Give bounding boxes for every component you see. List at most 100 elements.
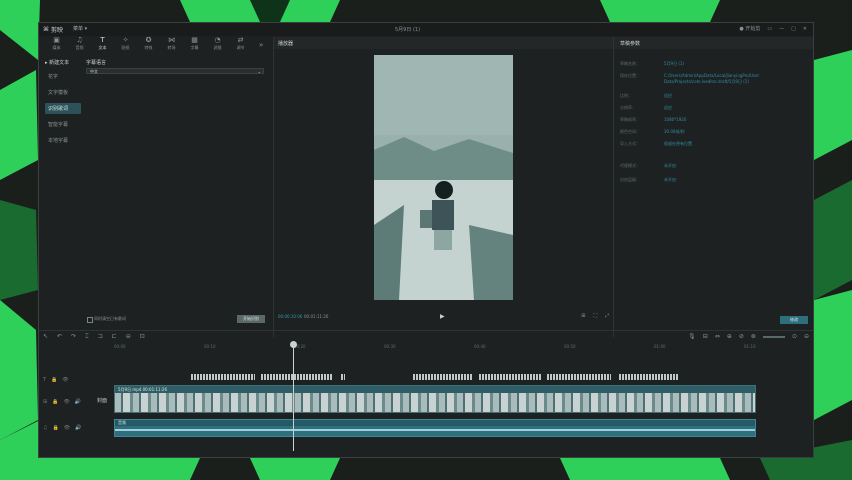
audio-track-header: ♫ 🔒 👁 🔊 — [43, 425, 81, 431]
tool-effects[interactable]: ✪ 特效 — [137, 36, 160, 54]
chevron-down-icon: ⌄ — [257, 69, 261, 74]
subtitle-clip[interactable] — [341, 374, 345, 380]
fullscreen-icon[interactable]: ⤢ — [605, 313, 609, 319]
tool-media[interactable]: ▣ 媒体 — [45, 36, 68, 54]
lyrics-panel: 字幕语言 中文 ⌄ — [82, 56, 272, 316]
zoom-slider[interactable] — [762, 335, 785, 338]
tool-sticker[interactable]: ✧ 贴纸 — [114, 36, 137, 54]
tool-adjust[interactable]: ⇄ 调节 — [229, 36, 252, 54]
lock-icon[interactable]: 🔒 — [52, 399, 58, 405]
edit-draft-button[interactable]: 修改 — [780, 316, 808, 324]
player-panel: 播放器 00:00:10:06 00:01:11:26 ▶ ⊞ ⛶ ⤢ — [274, 37, 613, 325]
subtitle-clip[interactable] — [479, 374, 541, 380]
player-header: 播放器 — [274, 37, 613, 49]
preview-axis-icon[interactable]: ⊕ — [727, 333, 732, 340]
zoom-in-icon[interactable]: ⊙ — [792, 333, 797, 340]
title-bar: ⌘ 剪映 菜单 ▾ 5月9日 (1) ● 开始剪 ▭ — ▢ ✕ — [39, 23, 813, 36]
total-timecode: 00:01:11:26 — [304, 314, 329, 319]
maximize-button[interactable]: ▢ — [791, 26, 796, 32]
ruler-tick: 01:10 — [744, 344, 756, 349]
sidebar-item-lyrics[interactable]: 识别歌词 — [45, 103, 81, 114]
mute-icon[interactable]: ⊘ — [739, 333, 744, 340]
tool-caption[interactable]: ▦ 字幕 — [183, 36, 206, 54]
filter-icon: ◔ — [214, 36, 221, 44]
timeline-toolbar: ↖ ↶ ↷ ⌶ ⊐ ⊏ ⊖ ⊡ 🎙 ⊟ ⇔ ⊕ ⊘ ⊗ ⊙ ⊖ — [39, 330, 813, 343]
snap-icon[interactable]: ⇔ — [715, 333, 720, 340]
fit-icon[interactable]: ⊖ — [804, 333, 809, 340]
zoom-out-icon[interactable]: ⊗ — [751, 333, 756, 340]
tool-audio[interactable]: ♫ 音频 — [68, 36, 91, 54]
eye-icon[interactable]: 👁 — [62, 377, 68, 383]
volume-icon[interactable]: 🔊 — [75, 399, 81, 405]
eye-icon[interactable]: 👁 — [64, 425, 70, 431]
trim-right-icon[interactable]: ⊏ — [112, 333, 117, 341]
ruler-tick: 00:40 — [474, 344, 486, 349]
subtitle-clip[interactable] — [619, 374, 679, 380]
expand-toolbar-icon[interactable]: » — [259, 41, 263, 49]
video-clip-header: 5月9日.mp4 00:01:11:26 — [115, 386, 755, 393]
minimize-button[interactable]: — — [779, 26, 784, 32]
sticker-icon: ✧ — [122, 36, 129, 44]
undo-icon[interactable]: ↶ — [57, 333, 62, 341]
video-frame-image — [374, 55, 513, 300]
sidebar-item-auto-captions[interactable]: 智能字幕 — [45, 119, 81, 130]
effects-icon: ✪ — [145, 36, 152, 44]
sidebar-item-fancy-text[interactable]: 花字 — [45, 71, 81, 82]
freeze-icon[interactable]: ⊡ — [140, 333, 145, 341]
subtitle-clip[interactable] — [261, 374, 333, 380]
link-icon[interactable]: ⊟ — [703, 333, 708, 340]
sidebar-item-text-template[interactable]: 文字模板 — [45, 87, 81, 98]
audio-clip[interactable]: 音频 — [114, 419, 756, 437]
window-controls: ● 开始剪 ▭ — ▢ ✕ — [739, 25, 807, 33]
main-toolbar: ▣ 媒体 ♫ 音频 T 文本 ✧ 贴纸 ✪ 特效 ⋈ 转场 ▦ 字幕 ◔ 滤镜 ⇄ 调节 — [39, 36, 279, 54]
subtitle-clip[interactable] — [547, 374, 611, 380]
select-tool-icon[interactable]: ↖ — [43, 333, 48, 341]
audio-icon: ♫ — [76, 36, 83, 44]
audio-clip-header: 音频 — [115, 420, 755, 426]
volume-icon[interactable]: 🔊 — [75, 425, 81, 431]
video-clip[interactable]: 5月9日.mp4 00:01:11:26 — [114, 385, 756, 413]
sidebar-item-local-captions[interactable]: 本地字幕 — [45, 135, 81, 146]
clear-lyrics-label: 同时清空已有歌词 — [94, 316, 126, 321]
audio-track-icon: ♫ — [43, 425, 48, 431]
timeline-ruler[interactable]: 00:00 00:10 00:20 00:30 00:40 00:50 01:0… — [114, 344, 810, 350]
playhead-handle[interactable] — [290, 341, 297, 348]
logo-icon: ⌘ — [43, 26, 49, 33]
playhead[interactable] — [293, 343, 294, 451]
close-button[interactable]: ✕ — [803, 26, 807, 32]
video-preview[interactable] — [374, 55, 513, 300]
clear-lyrics-checkbox[interactable] — [87, 317, 93, 323]
play-icon[interactable]: ▶ — [440, 313, 445, 320]
properties-header: 草稿参数 — [614, 37, 813, 49]
adjust-icon: ⇄ — [237, 36, 244, 44]
lyrics-footer: 同时清空已有歌词 开始识别 — [83, 315, 273, 325]
status-text[interactable]: ● 开始剪 — [739, 25, 760, 32]
language-label: 字幕语言 — [86, 60, 107, 66]
lock-icon[interactable]: 🔒 — [51, 377, 57, 383]
editor-window: ⌘ 剪映 菜单 ▾ 5月9日 (1) ● 开始剪 ▭ — ▢ ✕ ▣ 媒体 ♫ 音频… — [38, 22, 814, 458]
layout-button[interactable]: ▭ — [767, 26, 772, 32]
menu-button[interactable]: 菜单 ▾ — [73, 25, 87, 32]
timeline-left-tools: ↖ ↶ ↷ ⌶ ⊐ ⊏ ⊖ ⊡ — [43, 333, 145, 341]
draft-properties-panel: 草稿参数 草稿名称： 5月9日 (1) 保存位置： C:/Users/Admin/A… — [614, 37, 813, 325]
record-icon[interactable]: 🎙 — [688, 333, 696, 340]
tool-text[interactable]: T 文本 — [91, 36, 114, 54]
crop-icon[interactable]: ⛶ — [593, 313, 597, 319]
lock-icon[interactable]: 🔒 — [52, 425, 58, 431]
start-recognition-button[interactable]: 开始识别 — [237, 315, 265, 323]
sidebar-new-text[interactable]: ▸ 新建文本 — [45, 59, 81, 66]
subtitle-clip[interactable] — [191, 374, 255, 380]
redo-icon[interactable]: ↷ — [71, 333, 76, 341]
cover-label[interactable]: 封面 — [97, 397, 107, 404]
delete-icon[interactable]: ⊖ — [126, 333, 131, 341]
tool-transition[interactable]: ⋈ 转场 — [160, 36, 183, 54]
split-icon[interactable]: ⌶ — [85, 333, 89, 341]
tool-filter[interactable]: ◔ 滤镜 — [206, 36, 229, 54]
text-track-header: T 🔒 👁 — [43, 377, 69, 383]
trim-left-icon[interactable]: ⊐ — [98, 333, 103, 341]
language-select[interactable]: 中文 ⌄ — [86, 68, 264, 74]
subtitle-clip[interactable] — [413, 374, 473, 380]
eye-icon[interactable]: 👁 — [63, 399, 69, 405]
grid-icon[interactable]: ⊞ — [581, 313, 585, 319]
media-icon: ▣ — [53, 36, 60, 44]
